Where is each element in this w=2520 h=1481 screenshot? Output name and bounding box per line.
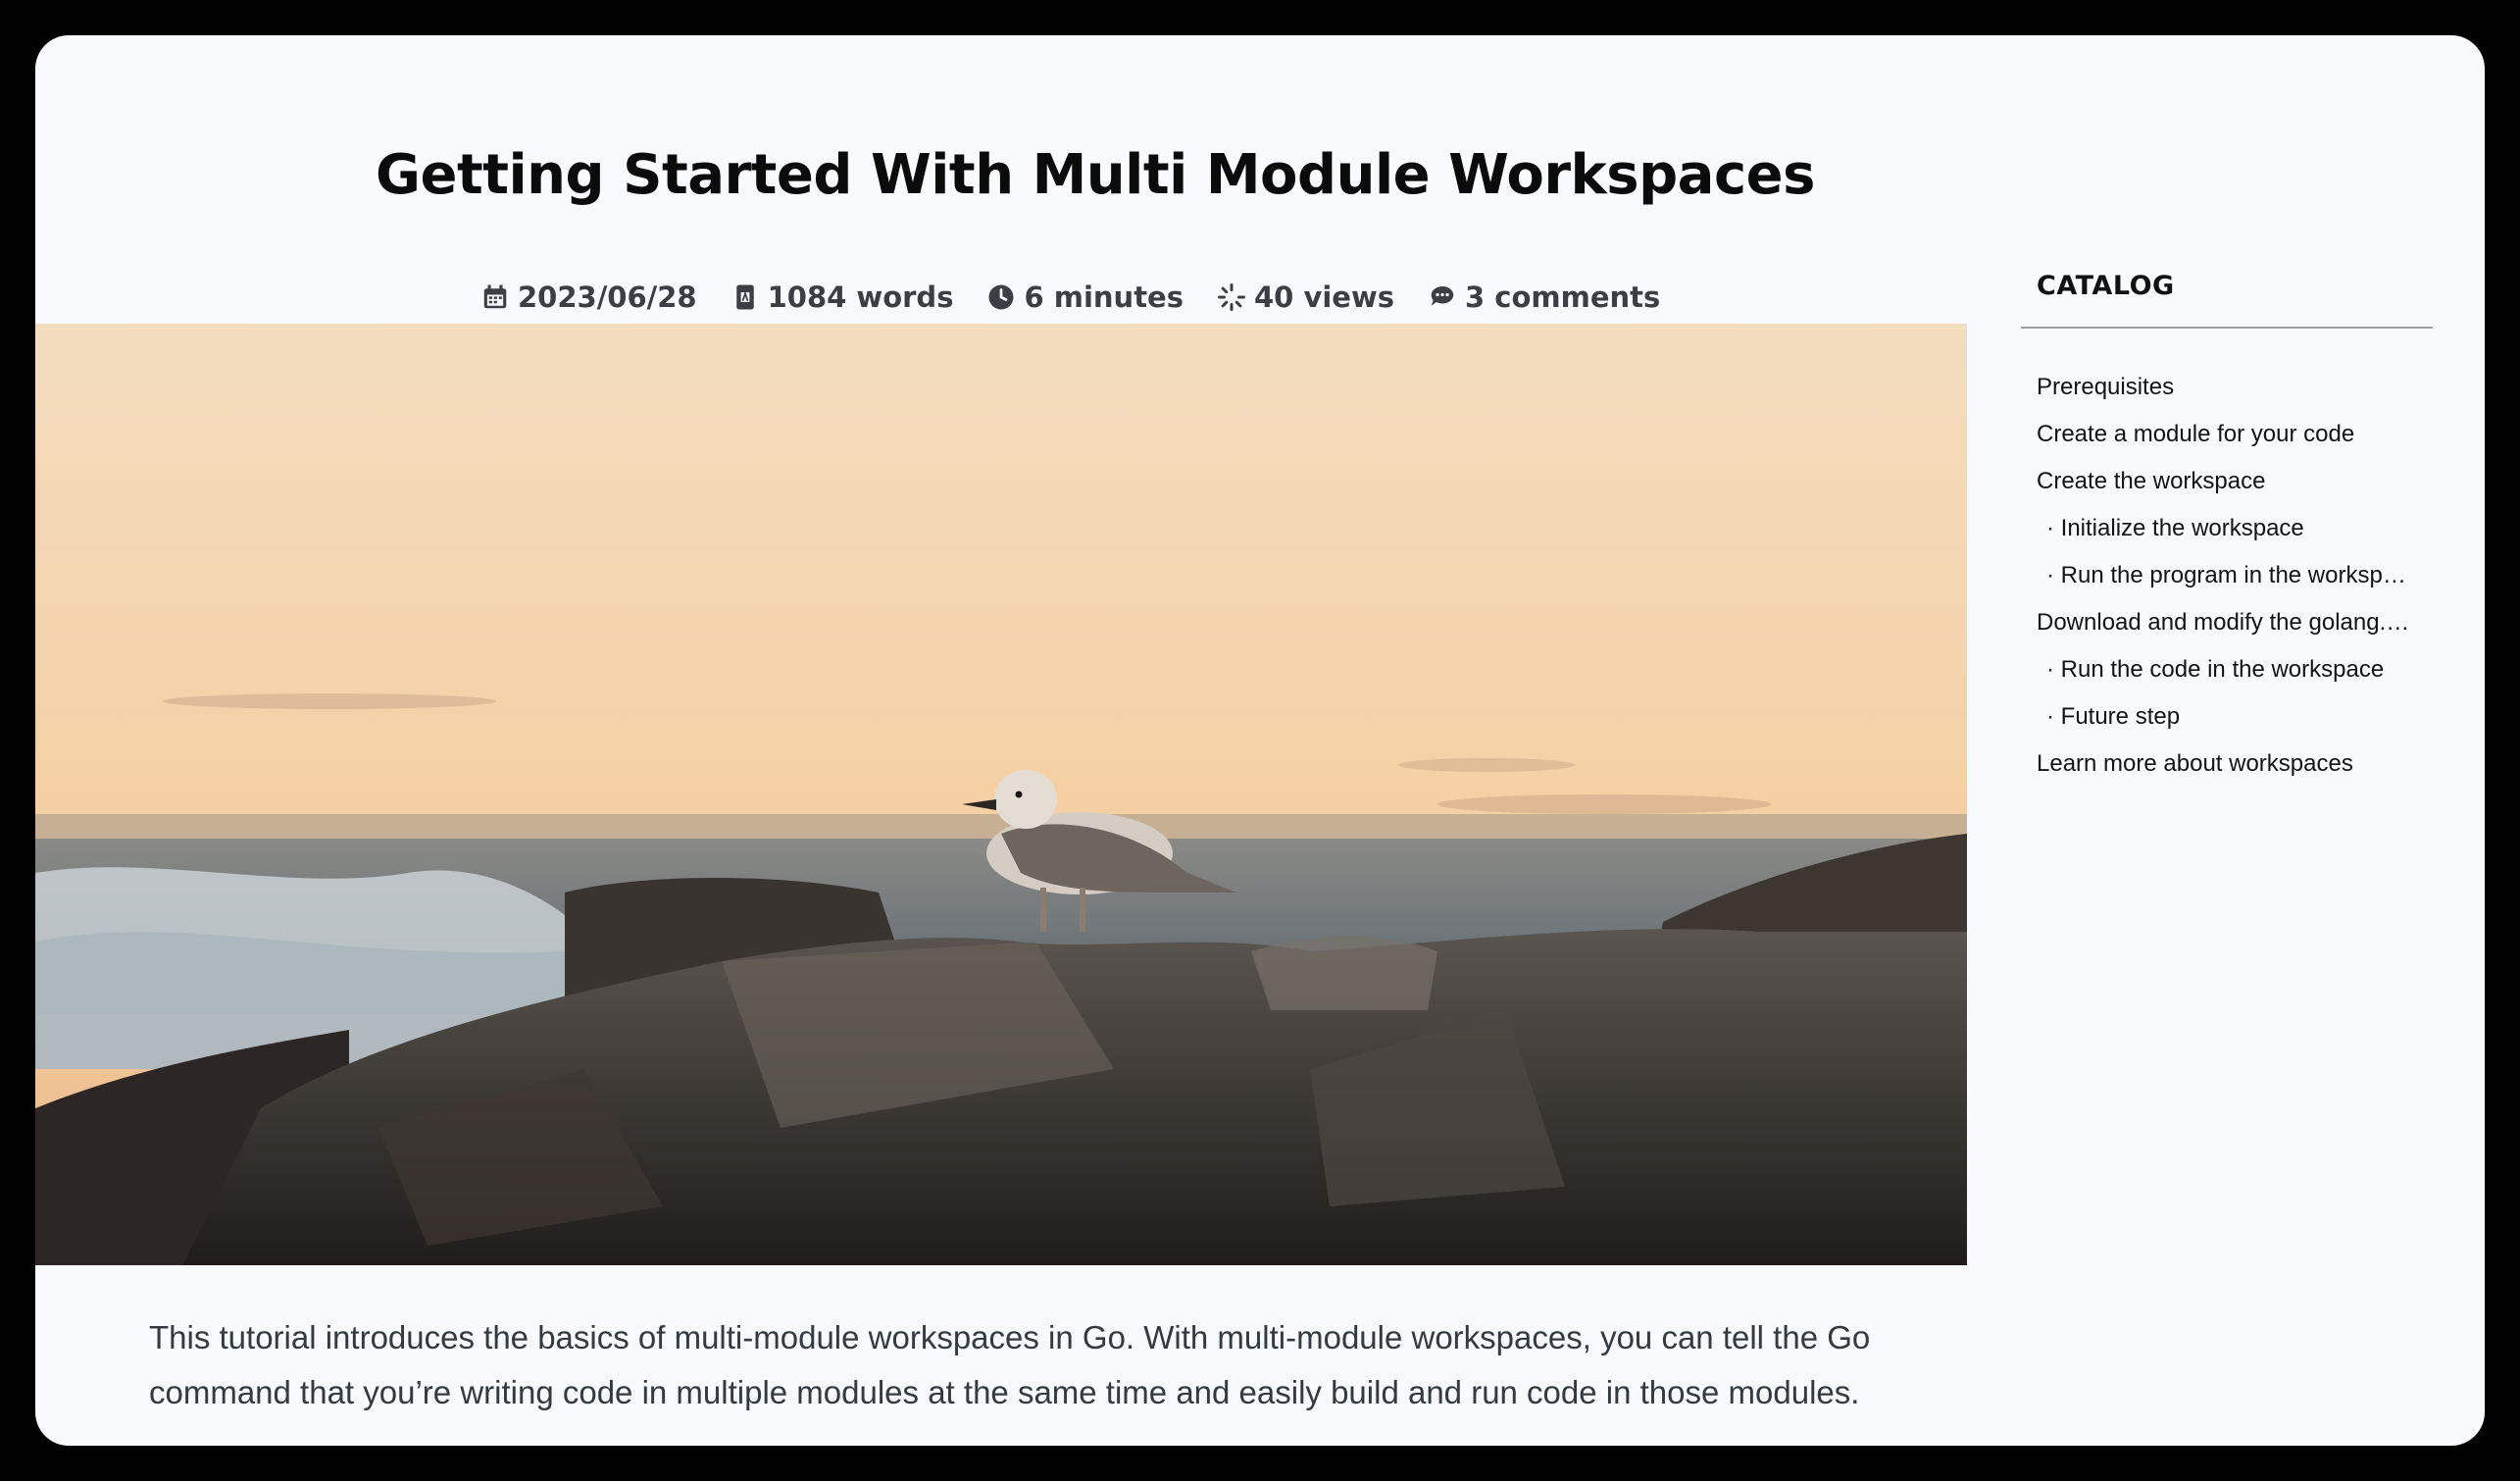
meta-comments-text[interactable]: 3 comments xyxy=(1465,281,1660,314)
meta-date-text: 2023/06/28 xyxy=(518,281,697,314)
meta-comments[interactable]: 3 comments xyxy=(1428,281,1660,314)
article-meta: 2023/06/28 1084 words 6 minutes 40 views… xyxy=(480,281,1693,314)
catalog-divider xyxy=(2021,327,2433,329)
catalog-item[interactable]: Create a module for your code xyxy=(2021,411,2419,458)
catalog-title: CATALOG xyxy=(2037,271,2175,301)
catalog-subitem[interactable]: · Initialize the workspace xyxy=(2021,505,2419,552)
calendar-icon xyxy=(483,284,507,309)
catalog-subitem[interactable]: · Run the code in the workspace xyxy=(2021,646,2419,693)
seagull-on-rocks-photo xyxy=(35,324,1967,1265)
spinner-icon xyxy=(1218,283,1245,311)
meta-views-text: 40 views xyxy=(1254,281,1395,314)
meta-views: 40 views xyxy=(1217,281,1394,314)
browser-window: Getting Started With Multi Module Worksp… xyxy=(35,35,2485,1446)
catalog-list: Prerequisites Create a module for your c… xyxy=(2021,364,2433,788)
article-intro: This tutorial introduces the basics of m… xyxy=(149,1319,1871,1410)
comments-icon xyxy=(1431,285,1454,306)
meta-read-time-text: 6 minutes xyxy=(1024,281,1184,314)
meta-date: 2023/06/28 xyxy=(480,281,697,314)
page-title: Getting Started With Multi Module Worksp… xyxy=(376,143,1815,207)
catalog-sidebar: CATALOG Prerequisites Create a module fo… xyxy=(2021,271,2433,788)
catalog-item[interactable]: Learn more about workspaces xyxy=(2021,740,2419,788)
meta-read-time: 6 minutes xyxy=(986,281,1184,314)
clock-icon xyxy=(988,284,1014,310)
meta-words-text: 1084 words xyxy=(767,281,954,314)
catalog-item[interactable]: Download and modify the golang.org/x/exa… xyxy=(2021,599,2419,646)
catalog-subitem[interactable]: · Future step xyxy=(2021,693,2419,740)
meta-words: 1084 words xyxy=(731,281,954,314)
catalog-item[interactable]: Create the workspace xyxy=(2021,458,2419,505)
catalog-subitem[interactable]: · Run the program in the workspace xyxy=(2021,552,2419,599)
catalog-item[interactable]: Prerequisites xyxy=(2021,364,2419,411)
document-icon xyxy=(735,284,754,310)
hero-image xyxy=(35,324,1967,1265)
